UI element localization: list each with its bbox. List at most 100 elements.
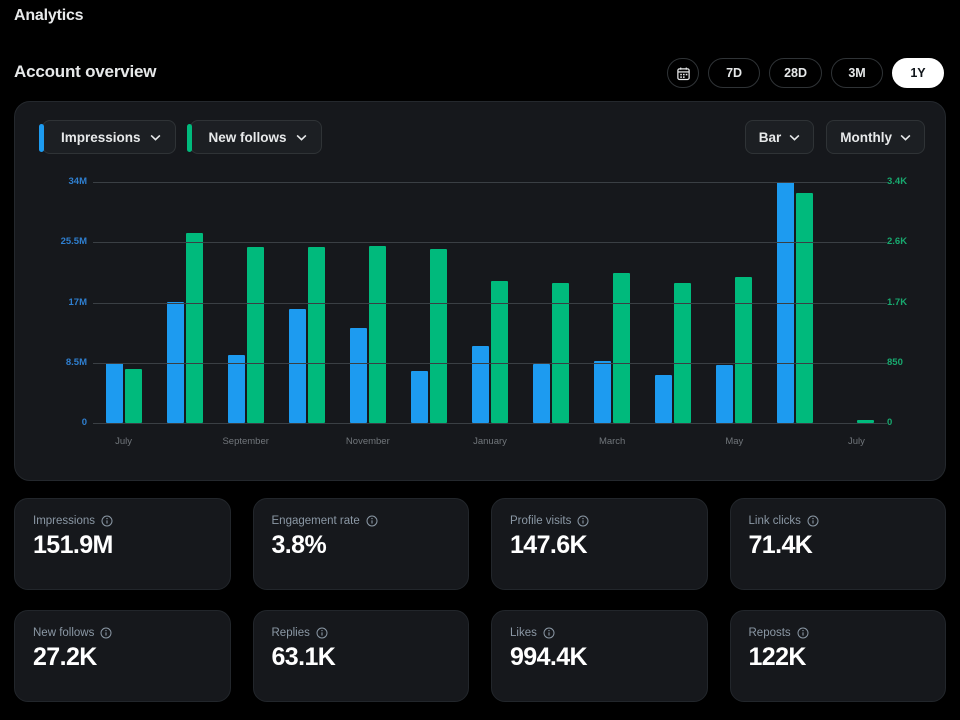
- bar-impressions[interactable]: [410, 371, 428, 423]
- stat-card-header: Link clicks: [749, 515, 928, 527]
- bars-area: July September November January March May July: [93, 168, 887, 482]
- stat-card-label: Profile visits: [510, 515, 572, 527]
- stat-cards-grid: Impressions 151.9M Engagement rate 3.8% Prof…: [14, 498, 946, 702]
- left-axis-tick: 25.5M: [60, 236, 87, 248]
- info-icon[interactable]: [366, 515, 378, 527]
- stat-card-label: New follows: [33, 627, 95, 639]
- account-overview-header: Account overview 7D 28D 3M 1Y: [0, 54, 960, 94]
- chart-controls: Impressions New follows Bar Monthly: [15, 102, 947, 168]
- range-button-3m[interactable]: 3M: [831, 58, 883, 88]
- bar-new-follows[interactable]: [124, 369, 142, 423]
- bar-impressions[interactable]: [105, 362, 123, 423]
- metric-selector-new-follows[interactable]: New follows: [186, 120, 322, 154]
- right-axis-tick: 2.6K: [887, 236, 908, 248]
- interval-selector[interactable]: Monthly: [826, 120, 925, 154]
- stat-card-value: 994.4K: [510, 643, 588, 671]
- bar-new-follows[interactable]: [246, 247, 264, 423]
- stat-card-engagement-rate[interactable]: Engagement rate 3.8%: [252, 498, 469, 590]
- stat-card-link-clicks[interactable]: Link clicks 71.4K: [729, 498, 946, 590]
- range-button-28d[interactable]: 28D: [769, 58, 822, 88]
- stat-card-profile-visits[interactable]: Profile visits 147.6K: [491, 498, 708, 590]
- right-axis-labels: 0 850 1.7K 2.6K 3.4K: [887, 168, 931, 482]
- stat-card-reposts[interactable]: Reposts 122K: [729, 610, 946, 702]
- gridline: [93, 242, 887, 244]
- gridline: [93, 302, 887, 304]
- metric-label-impressions: Impressions: [61, 129, 141, 145]
- stat-card-header: Likes: [510, 627, 689, 639]
- bar-impressions[interactable]: [227, 354, 245, 423]
- metric-selectors: Impressions New follows: [39, 120, 322, 154]
- bar-impressions[interactable]: [716, 364, 734, 423]
- stat-card-label: Reposts: [748, 627, 791, 639]
- info-icon[interactable]: [101, 515, 113, 527]
- bar-new-follows[interactable]: [368, 245, 386, 423]
- info-icon[interactable]: [543, 627, 555, 639]
- info-icon[interactable]: [100, 627, 112, 639]
- chart-panel: Impressions New follows Bar Monthly 0 8.…: [14, 101, 946, 481]
- info-icon[interactable]: [807, 515, 819, 527]
- stat-card-value: 71.4K: [748, 531, 813, 559]
- bar-new-follows[interactable]: [552, 282, 570, 423]
- bar-impressions[interactable]: [472, 345, 489, 423]
- info-icon[interactable]: [797, 627, 809, 639]
- bar-new-follows[interactable]: [307, 247, 325, 423]
- chart-display-options: Bar Monthly: [744, 120, 925, 154]
- metric-selector-impressions[interactable]: Impressions: [39, 120, 176, 154]
- right-axis-tick: 1.7K: [887, 296, 908, 308]
- stat-card-likes[interactable]: Likes 994.4K: [491, 610, 708, 702]
- range-button-7d[interactable]: 7D: [708, 58, 761, 88]
- bar-new-follows[interactable]: [674, 282, 692, 423]
- bar-impressions[interactable]: [288, 308, 306, 423]
- bar-new-follows[interactable]: [796, 192, 814, 423]
- bar-new-follows[interactable]: [735, 276, 753, 423]
- bar-new-follows[interactable]: [613, 273, 631, 423]
- bar-impressions[interactable]: [533, 364, 551, 423]
- info-icon[interactable]: [577, 515, 589, 527]
- stat-card-value: 147.6K: [510, 531, 588, 559]
- chevron-down-icon: [296, 134, 306, 141]
- metric-label-new-follows: New follows: [208, 129, 287, 145]
- info-icon[interactable]: [316, 627, 328, 639]
- calendar-icon: [676, 67, 690, 80]
- bar-impressions[interactable]: [655, 374, 673, 423]
- bar-new-follows[interactable]: [185, 233, 203, 423]
- stat-card-label: Engagement rate: [271, 515, 360, 527]
- interval-label: Monthly: [840, 129, 892, 145]
- range-button-1y[interactable]: 1Y: [892, 58, 944, 88]
- x-axis-tick: March: [598, 435, 626, 447]
- analytics-page: Analytics Account overview 7D 28D 3M 1Y …: [0, 0, 960, 720]
- right-axis-tick: 0: [887, 417, 893, 428]
- stat-card-label: Likes: [510, 627, 537, 639]
- stat-card-value: 122K: [748, 643, 807, 671]
- bar-new-follows[interactable]: [429, 249, 447, 423]
- metric-color-swatch-blue: [39, 124, 44, 152]
- stat-card-label: Impressions: [33, 515, 95, 527]
- left-axis-tick: 0: [81, 417, 87, 428]
- x-axis-tick: May: [725, 435, 744, 447]
- chart-type-label: Bar: [758, 129, 782, 145]
- stat-card-impressions[interactable]: Impressions 151.9M: [14, 498, 231, 590]
- stat-card-header: Engagement rate: [272, 515, 451, 527]
- stat-card-header: Replies: [272, 627, 451, 639]
- stat-card-value: 3.8%: [271, 531, 327, 559]
- bar-impressions[interactable]: [349, 328, 367, 423]
- x-axis-tick: September: [222, 435, 269, 447]
- x-axis-tick: November: [345, 435, 390, 447]
- page-title: Analytics: [14, 7, 84, 24]
- calendar-picker-button[interactable]: [667, 58, 700, 88]
- stat-card-new-follows[interactable]: New follows 27.2K: [14, 610, 231, 702]
- stat-card-value: 63.1K: [271, 643, 336, 671]
- bar-impressions[interactable]: [594, 360, 612, 423]
- chevron-down-icon: [900, 134, 911, 141]
- stat-card-value: 151.9M: [33, 531, 113, 559]
- stat-card-value: 27.2K: [33, 643, 97, 671]
- x-axis-tick: January: [473, 435, 507, 447]
- chevron-down-icon: [789, 134, 800, 141]
- stat-card-label: Link clicks: [748, 515, 801, 527]
- stat-card-replies[interactable]: Replies 63.1K: [252, 610, 469, 702]
- gridline: [93, 362, 887, 364]
- stat-card-label: Replies: [271, 627, 310, 639]
- chart-type-selector[interactable]: Bar: [744, 120, 815, 154]
- gridline: [93, 423, 887, 424]
- gridline: [93, 182, 887, 183]
